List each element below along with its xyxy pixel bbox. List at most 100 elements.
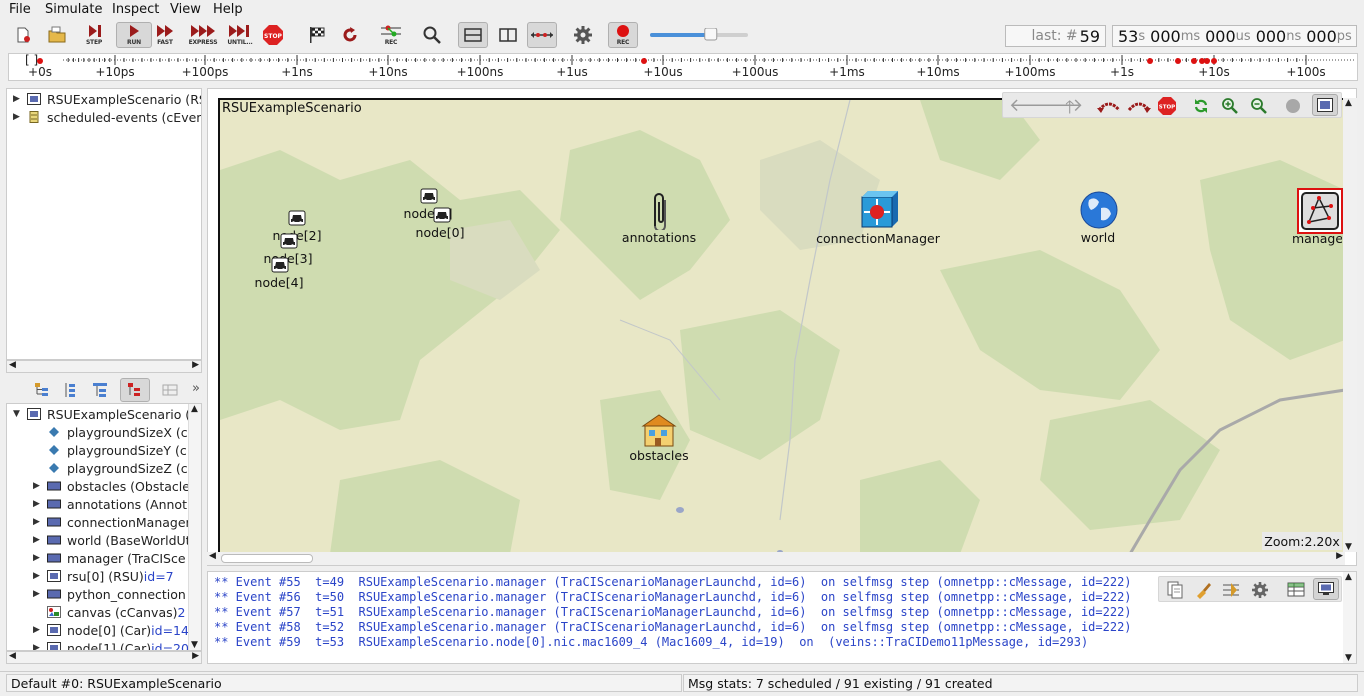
network-icon: [27, 408, 41, 420]
canvas-vertical-scrollbar[interactable]: ▲ ▼: [1343, 98, 1357, 552]
house-icon[interactable]: [639, 412, 679, 451]
menu-simulate[interactable]: Simulate: [45, 2, 102, 17]
expand-arrow-icon[interactable]: ▶: [33, 589, 43, 599]
filter-events-icon[interactable]: [1222, 581, 1240, 599]
canvas-horizontal-scrollbar[interactable]: ◀ ▶: [207, 551, 1345, 565]
horizontal-layout-button[interactable]: [458, 22, 488, 48]
packet-mode-icon[interactable]: [162, 382, 178, 398]
group-by-category-icon[interactable]: [34, 382, 50, 398]
expand-arrow-icon[interactable]: ▶: [33, 535, 43, 545]
inspector-horizontal-scrollbar[interactable]: ◀ ▶: [6, 651, 202, 664]
car-icon[interactable]: [433, 207, 451, 226]
inspector-tree-item[interactable]: playgroundSizeZ (c: [33, 459, 188, 477]
inspector-tree-item[interactable]: ▶ python_connection: [33, 585, 186, 603]
record-eventlog-button[interactable]: REC: [376, 22, 406, 48]
car-icon[interactable]: [288, 210, 306, 229]
expand-arrow-icon[interactable]: ▶: [33, 625, 43, 635]
parent-up-arrow-icon[interactable]: 🡑: [1065, 95, 1074, 125]
forward-arrow-icon[interactable]: 🡒: [1035, 95, 1083, 116]
globe-icon[interactable]: [1079, 190, 1119, 233]
preferences-button[interactable]: [568, 22, 598, 48]
timeline-event-marker[interactable]: [641, 58, 647, 64]
expand-arrow-icon[interactable]: ▶: [33, 517, 43, 527]
inspector-vertical-scrollbar[interactable]: ▲ ▼: [188, 404, 201, 650]
run-until-button[interactable]: UNTIL...: [225, 22, 255, 48]
inspector-tree-item[interactable]: ▶ node[1] (Car) id=20: [33, 639, 189, 650]
run-button[interactable]: RUN: [116, 22, 152, 48]
inspector-tree-item[interactable]: ▶ manager (TraCISce: [33, 549, 186, 567]
expand-arrow-icon[interactable]: ▶: [33, 643, 43, 650]
expand-arrow-icon[interactable]: ▶: [13, 94, 23, 104]
inspector-tree-item[interactable]: playgroundSizeY (c: [33, 441, 187, 459]
flat-list-icon[interactable]: [62, 382, 78, 398]
layout-reverse-icon[interactable]: [1097, 98, 1121, 114]
expand-arrow-icon[interactable]: ▶: [13, 112, 23, 122]
horizontal-scroll-thumb[interactable]: [221, 554, 313, 563]
more-chevron-icon[interactable]: »: [192, 381, 200, 396]
network-map-background[interactable]: [218, 98, 1343, 552]
tree-item-scheduled-events[interactable]: ▶ scheduled-events (cEven: [13, 108, 201, 126]
inspector-tree-item[interactable]: canvas (cCanvas) 2: [33, 603, 185, 621]
timeline-event-marker[interactable]: [1211, 58, 1217, 64]
inspector-tree-item[interactable]: ▶ connectionManager: [33, 513, 191, 531]
switch-icon[interactable]: [858, 189, 900, 234]
speed-slider[interactable]: [650, 27, 748, 42]
car-icon[interactable]: [280, 233, 298, 252]
log-vertical-scrollbar[interactable]: ▲ ▼: [1343, 572, 1356, 663]
inspector-tree-item[interactable]: ▶ obstacles (Obstacle: [33, 477, 190, 495]
step-button[interactable]: STEP: [79, 22, 109, 48]
inspector-tree-item[interactable]: ▶ world (BaseWorldUt: [33, 531, 191, 549]
expand-arrow-icon[interactable]: ▼: [13, 409, 23, 419]
refresh-icon[interactable]: [1192, 97, 1210, 115]
timeline-event-marker[interactable]: [1175, 58, 1181, 64]
stop-button[interactable]: STOP: [258, 22, 288, 48]
expand-arrow-icon[interactable]: ▶: [33, 571, 43, 581]
express-button[interactable]: EXPRESS: [188, 22, 218, 48]
inspector-tree-item[interactable]: ▼ RSUExampleScenario (: [13, 405, 190, 423]
paperclip-icon[interactable]: [645, 190, 673, 233]
rebuild-network-button[interactable]: [335, 22, 365, 48]
inspector-tree-item[interactable]: ▶ node[0] (Car) id=14: [33, 621, 189, 639]
message-table-icon[interactable]: [1287, 581, 1305, 599]
module-view-toggle[interactable]: [1312, 94, 1338, 116]
gear-icon[interactable]: [1251, 581, 1269, 599]
copy-log-icon[interactable]: [1166, 581, 1184, 599]
animation-ball-icon[interactable]: [1285, 98, 1301, 114]
zoom-in-icon[interactable]: [1221, 97, 1239, 115]
menu-inspect[interactable]: Inspect: [112, 2, 159, 17]
zoom-out-icon[interactable]: [1250, 97, 1268, 115]
car-icon[interactable]: [420, 188, 438, 207]
layout-forward-icon[interactable]: [1127, 98, 1151, 114]
conclude-simulation-button[interactable]: [302, 22, 332, 48]
expand-arrow-icon[interactable]: ▶: [33, 481, 43, 491]
menu-view[interactable]: View: [170, 2, 201, 17]
module-output-toggle[interactable]: [1313, 578, 1339, 600]
stop-icon[interactable]: STOP: [1157, 96, 1177, 116]
menu-file[interactable]: File: [9, 2, 31, 17]
tree-item-network[interactable]: ▶ RSUExampleScenario (RS: [13, 90, 201, 108]
new-run-button[interactable]: [8, 22, 38, 48]
load-network-button[interactable]: [42, 22, 72, 48]
tree-item-label: python_connection: [67, 586, 186, 602]
expand-arrow-icon[interactable]: ▶: [33, 499, 43, 509]
car-icon[interactable]: [271, 257, 289, 276]
inspector-tree-item[interactable]: ▶ rsu[0] (RSU) id=7: [33, 567, 174, 585]
manager-icon[interactable]: [1297, 188, 1343, 237]
timeline-event-marker[interactable]: [1147, 58, 1153, 64]
timeline-event-marker[interactable]: [1191, 58, 1197, 64]
expand-arrow-icon[interactable]: ▶: [33, 553, 43, 563]
timeline-event-marker[interactable]: [1204, 58, 1210, 64]
navigator-horizontal-scrollbar[interactable]: ◀ ▶: [6, 360, 202, 373]
fast-button[interactable]: FAST: [150, 22, 180, 48]
inspector-tree-item[interactable]: ▶ annotations (Annot: [33, 495, 187, 513]
find-button[interactable]: [417, 22, 447, 48]
inheritance-icon[interactable]: [92, 382, 108, 398]
highlight-brush-icon[interactable]: [1194, 581, 1212, 599]
menu-help[interactable]: Help: [213, 2, 243, 17]
children-mode-button[interactable]: [120, 378, 150, 402]
inspector-tree-item[interactable]: playgroundSizeX (c: [33, 423, 188, 441]
vertical-layout-button[interactable]: [493, 22, 523, 48]
timeline-toggle-button[interactable]: [527, 22, 557, 48]
record-video-button[interactable]: REC: [608, 22, 638, 48]
event-timeline[interactable]: [ ] +0s +10ps +100ps +1ns +10ns +100ns +…: [8, 53, 1358, 81]
